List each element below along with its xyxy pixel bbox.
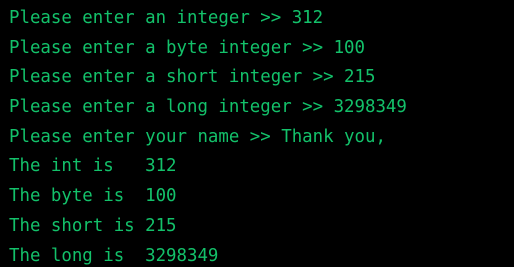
console-line-output-byte: The byte is 100 [9, 186, 177, 207]
console-line-output-short: The short is 215 [9, 215, 177, 236]
console-line-prompt-name: Please enter your name >> Thank you, [9, 126, 386, 147]
console-line-prompt-long: Please enter a long integer >> 3298349 [9, 97, 407, 118]
console-line-prompt-short: Please enter a short integer >> 215 [9, 67, 376, 88]
console-line-prompt-byte: Please enter a byte integer >> 100 [9, 37, 365, 58]
console-window[interactable]: Please enter an integer >> 312 Please en… [0, 0, 514, 267]
console-line-output-int: The int is 312 [9, 156, 177, 177]
console-line-output-long: The long is 3298349 [9, 245, 219, 266]
console-line-prompt-int: Please enter an integer >> 312 [9, 8, 324, 28]
console-output: Please enter an integer >> 312 Please en… [9, 4, 407, 267]
